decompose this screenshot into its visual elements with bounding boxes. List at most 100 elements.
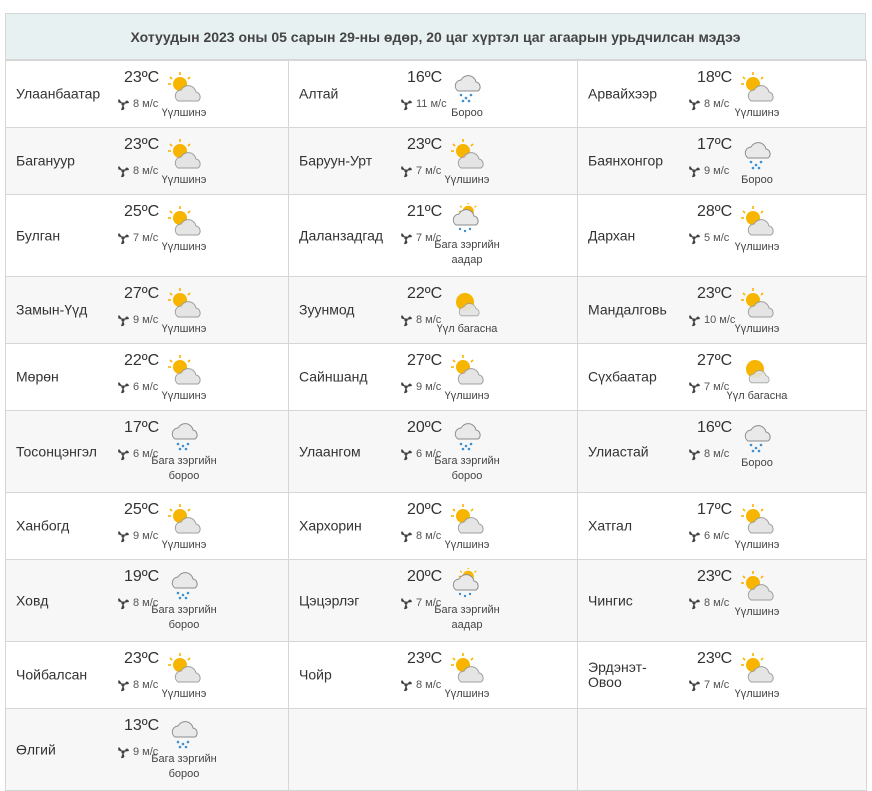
wind-icon [401, 680, 412, 692]
wind-icon [401, 531, 412, 543]
city-cell: Ханбогд 25ºC 9 м/с Үүлшинэ [5, 492, 289, 560]
weather-description: Үүлшинэ [161, 688, 207, 700]
partly-cloudy-icon [712, 287, 802, 321]
city-name: Чойбалсан [16, 666, 88, 683]
wind-icon [401, 233, 412, 245]
city-forecast: Чойбалсан 23ºC 8 м/с Үүлшинэ [6, 642, 288, 708]
partly-cloudy-icon [712, 503, 802, 537]
rain-icon [422, 71, 512, 105]
partly-cloudy-icon [712, 570, 802, 604]
city-forecast: Ханбогд 25ºC 9 м/с Үүлшинэ [6, 493, 288, 559]
city-forecast: Улаангом 20ºC 6 м/с Бага зэргийн бороо [289, 411, 577, 492]
weather: Бага зэргийн бороо [139, 419, 229, 484]
city-forecast: Зуунмод 22ºC 8 м/с Үүл багасна [289, 277, 577, 343]
city-cell: Хархорин 20ºC 8 м/с Үүлшинэ [288, 492, 578, 560]
weather-description: Бороо [741, 174, 773, 186]
rain-icon [712, 421, 802, 455]
city-cell: Булган 25ºC 7 м/с Үүлшинэ [5, 194, 289, 277]
forecast-row: Ханбогд 25ºC 9 м/с Үүлшинэ Хархорин 20ºC 8 м/с… [5, 492, 867, 560]
city-name: Улаанбаатар [16, 85, 101, 102]
partly-cloudy-icon [422, 354, 512, 388]
city-forecast: Эрдэнэт-Овоо 23ºC 7 м/с Үүлшинэ [578, 642, 866, 708]
wind-icon [689, 598, 700, 610]
wind-icon [401, 382, 412, 394]
forecast-row: Багануур 23ºC 8 м/с Үүлшинэ Баруун-Урт 23ºC 7 … [5, 127, 867, 195]
wind-icon [689, 315, 700, 327]
city-forecast: Замын-Үүд 27ºC 9 м/с Үүлшинэ [6, 277, 288, 343]
partly-cloudy-icon [139, 354, 229, 388]
partly-cloudy-icon [139, 503, 229, 537]
wind-icon [401, 315, 412, 327]
city-name: Мөрөн [16, 368, 59, 385]
city-cell: Мөрөн 22ºC 6 м/с Үүлшинэ [5, 343, 289, 411]
weather-description: Үүлшинэ [444, 688, 490, 700]
weather: Бага зэргийн аадар [422, 568, 512, 633]
wind-icon [118, 233, 129, 245]
weather-description: Үүлшинэ [161, 174, 207, 186]
city-cell: Багануур 23ºC 8 м/с Үүлшинэ [5, 127, 289, 195]
weather: Үүлшинэ [139, 205, 229, 255]
weather: Бага зэргийн бороо [422, 419, 512, 484]
city-forecast: Багануур 23ºC 8 м/с Үүлшинэ [6, 128, 288, 194]
forecast-row: Чойбалсан 23ºC 8 м/с Үүлшинэ Чойр 23ºC 8 м/с Үү… [5, 641, 867, 709]
forecast-row: Булган 25ºC 7 м/с Үүлшинэ Даланзадгад 21ºC 7 м… [5, 194, 867, 277]
city-forecast: Баянхонгор 17ºC 9 м/с Бороо [578, 128, 866, 194]
city-cell: Ховд 19ºC 8 м/с Бага зэргийн бороо [5, 559, 289, 642]
city-cell: Арвайхээр 18ºC 8 м/с Үүлшинэ [577, 60, 867, 128]
weather: Үүлшинэ [422, 503, 512, 553]
city-forecast: Хархорин 20ºC 8 м/с Үүлшинэ [289, 493, 577, 559]
wind-icon [689, 233, 700, 245]
weather: Үүлшинэ [712, 287, 802, 337]
city-cell: Баруун-Урт 23ºC 7 м/с Үүлшинэ [288, 127, 578, 195]
city-name: Улаангом [299, 443, 361, 459]
weather: Бороо [712, 421, 802, 471]
city-cell: Алтай 16ºC 11 м/с Бороо [288, 60, 578, 128]
city-forecast: Тосонцэнгэл 17ºC 6 м/с Бага зэргийн бороо [6, 411, 288, 492]
wind-icon [689, 680, 700, 692]
weather: Бороо [712, 138, 802, 188]
city-forecast: Мөрөн 22ºC 6 м/с Үүлшинэ [6, 344, 288, 410]
wind-icon [118, 166, 129, 178]
weather: Үүлшинэ [422, 652, 512, 702]
weather: Үүлшинэ [422, 138, 512, 188]
forecast-row: Улаанбаатар 23ºC 8 м/с Үүлшинэ Алтай 16ºC 11 м… [5, 60, 867, 128]
weather-description: Үүл багасна [436, 323, 498, 335]
weather-description: Бага зэргийн аадар [434, 239, 500, 266]
weather: Үүлшинэ [712, 503, 802, 553]
city-cell: Даланзадгад 21ºC 7 м/с Бага зэргийн аадар [288, 194, 578, 277]
weather-description: Үүлшинэ [161, 323, 207, 335]
city-name: Улиастай [588, 443, 649, 459]
city-cell: Улаанбаатар 23ºC 8 м/с Үүлшинэ [5, 60, 289, 128]
city-name: Тосонцэнгэл [16, 443, 97, 459]
mostly-sunny-icon [712, 354, 802, 388]
weather-description: Үүлшинэ [444, 390, 490, 402]
partly-cloudy-icon [712, 71, 802, 105]
partly-cloudy-icon [712, 205, 802, 239]
weather: Үүлшинэ [712, 205, 802, 255]
weather: Үүлшинэ [712, 570, 802, 620]
page-title: Хотуудын 2023 оны 05 сарын 29-ны өдөр, 2… [5, 13, 866, 60]
city-name: Баруун-Урт [299, 152, 373, 169]
city-cell: Зуунмод 22ºC 8 м/с Үүл багасна [288, 276, 578, 344]
city-name: Булган [16, 227, 61, 243]
wind-icon [118, 680, 129, 692]
city-name: Хархорин [299, 517, 362, 534]
partly-cloudy-icon [422, 138, 512, 172]
city-cell: Улаангом 20ºC 6 м/с Бага зэргийн бороо [288, 410, 578, 493]
city-cell: Чойр 23ºC 8 м/с Үүлшинэ [288, 641, 578, 709]
partly-cloudy-icon [422, 503, 512, 537]
city-name: Ханбогд [16, 517, 70, 534]
empty-cell [288, 708, 578, 791]
forecast-table: Улаанбаатар 23ºC 8 м/с Үүлшинэ Алтай 16ºC 11 м… [5, 60, 867, 791]
city-forecast: Ховд 19ºC 8 м/с Бага зэргийн бороо [6, 560, 288, 641]
city-name: Багануур [16, 152, 75, 169]
city-cell: Дархан 28ºC 5 м/с Үүлшинэ [577, 194, 867, 277]
mostly-sunny-icon [422, 287, 512, 321]
city-cell: Баянхонгор 17ºC 9 м/с Бороо [577, 127, 867, 195]
weather-description: Үүлшинэ [161, 390, 207, 402]
weather-description: Бага зэргийн бороо [151, 753, 217, 780]
city-name: Хатгал [588, 517, 632, 534]
forecast-row: Өлгий 13ºC 9 м/с Бага зэргийн бороо [5, 708, 867, 791]
weather: Үүл багасна [422, 287, 512, 337]
weather: Бороо [422, 71, 512, 121]
